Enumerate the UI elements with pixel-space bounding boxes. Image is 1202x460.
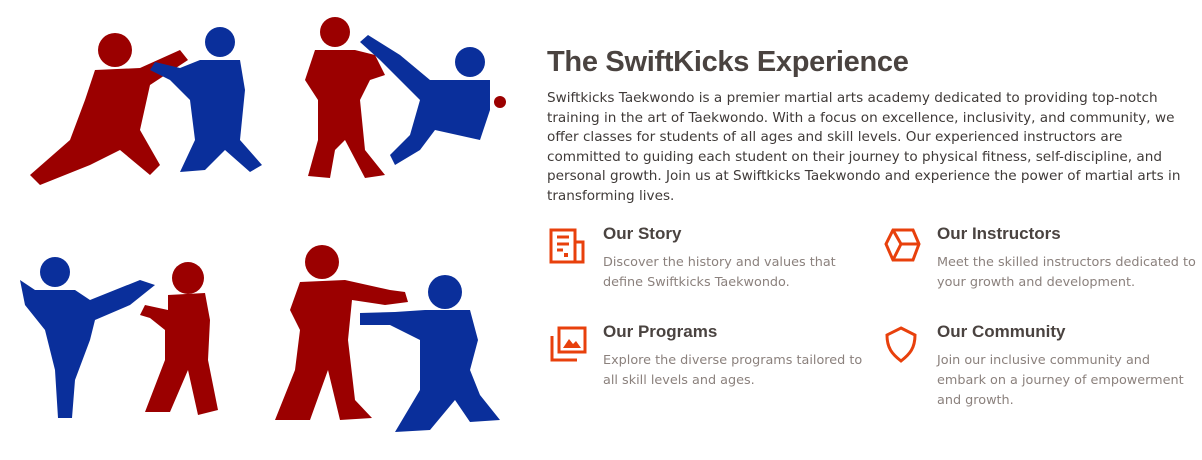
feature-description: Meet the skilled instructors dedicated t… [937, 255, 1196, 290]
feature-description: Discover the history and values that def… [603, 255, 836, 290]
feature-description: Explore the diverse programs tailored to… [603, 353, 863, 388]
experience-section: The SwiftKicks Experience Swiftkicks Tae… [547, 40, 1192, 207]
newspaper-icon [549, 228, 587, 266]
taekwondo-silhouettes-image [0, 0, 510, 450]
section-title: The SwiftKicks Experience [547, 46, 909, 78]
gallery-icon [549, 326, 587, 364]
feature-title: Our Programs [603, 322, 718, 341]
section-intro: Swiftkicks Taekwondo is a premier martia… [547, 90, 1181, 204]
cube-icon [883, 228, 921, 266]
feature-title: Our Community [937, 322, 1066, 341]
feature-title: Our Instructors [937, 224, 1061, 243]
feature-description: Join our inclusive community and embark … [937, 353, 1184, 408]
feature-title: Our Story [603, 224, 682, 243]
shield-icon [883, 326, 921, 364]
